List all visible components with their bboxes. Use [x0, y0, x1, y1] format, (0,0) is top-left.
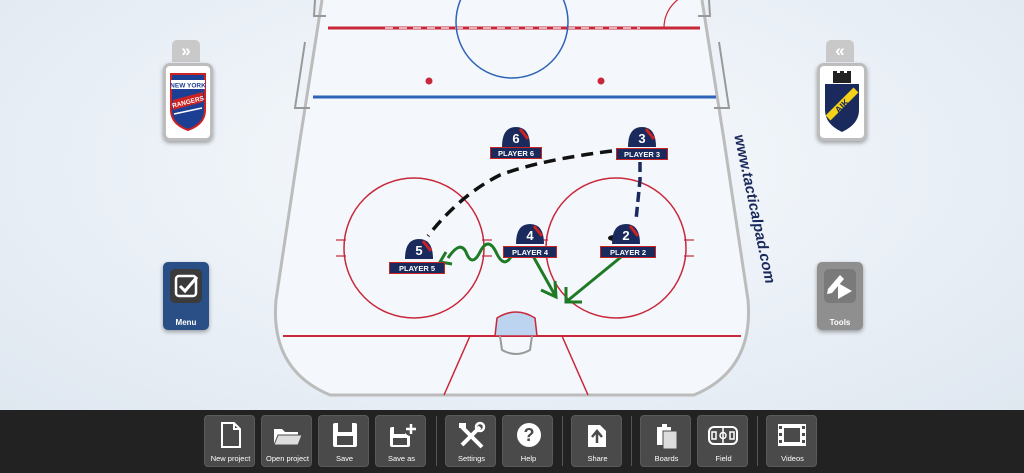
- new-project-button[interactable]: New project: [204, 415, 255, 467]
- double-chevron-left-icon: «: [835, 41, 845, 60]
- helmet-icon: 6: [502, 127, 530, 147]
- away-team-card[interactable]: AIK: [817, 63, 867, 141]
- boards-icon: [657, 424, 678, 449]
- player-label: PLAYER 2: [600, 246, 656, 258]
- checkbox-icon: [174, 274, 199, 298]
- save-as-button[interactable]: Save as: [375, 415, 426, 467]
- svg-text:4: 4: [526, 228, 534, 243]
- new-file-icon: [221, 422, 241, 448]
- svg-text:5: 5: [415, 243, 422, 258]
- bottom-toolbar: New project Open project Save Save as Se…: [0, 410, 1024, 473]
- menu-label: Menu: [175, 318, 197, 327]
- svg-text:6: 6: [512, 131, 519, 146]
- goal-crease: [494, 311, 538, 337]
- faceoff-dot: [425, 77, 433, 85]
- home-team-logo: NEW YORK RANGERS: [170, 73, 206, 132]
- save-as-icon: [390, 422, 418, 447]
- boards-button[interactable]: Boards: [640, 415, 691, 467]
- helmet-icon: 3: [628, 127, 656, 147]
- away-team-logo: AIK: [825, 71, 859, 132]
- field-icon: [708, 426, 738, 445]
- tools-button[interactable]: Tools: [817, 262, 863, 330]
- rink-canvas[interactable]: www.tacticalpad.com 6 PLAYER 6 3 PLAYER …: [0, 0, 1024, 410]
- helmet-icon: 5: [405, 239, 433, 259]
- player-label: PLAYER 4: [503, 246, 557, 258]
- faceoff-dot: [597, 77, 605, 85]
- help-button[interactable]: ? Help: [502, 415, 553, 467]
- share-button[interactable]: Share: [571, 415, 622, 467]
- menu-button[interactable]: Menu: [163, 262, 209, 330]
- save-icon: [333, 423, 357, 447]
- helmet-icon: 4: [516, 224, 544, 244]
- videos-button[interactable]: Videos: [766, 415, 817, 467]
- svg-text:NEW YORK: NEW YORK: [170, 83, 206, 90]
- save-button[interactable]: Save: [318, 415, 369, 467]
- videos-icon: [778, 424, 806, 446]
- expand-home-team-button[interactable]: »: [172, 40, 200, 62]
- settings-icon: [459, 421, 486, 449]
- player-label: PLAYER 3: [616, 148, 668, 160]
- helmet-icon: 2: [612, 224, 640, 244]
- open-project-button[interactable]: Open project: [261, 415, 312, 467]
- expand-away-team-button[interactable]: «: [826, 40, 854, 62]
- field-button[interactable]: Field: [697, 415, 748, 467]
- svg-text:2: 2: [622, 228, 629, 243]
- double-chevron-right-icon: »: [181, 41, 191, 60]
- folder-open-icon: [273, 429, 302, 446]
- settings-button[interactable]: Settings: [445, 415, 496, 467]
- svg-text:?: ?: [524, 425, 535, 445]
- tools-label: Tools: [829, 318, 851, 327]
- home-team-card[interactable]: NEW YORK RANGERS: [163, 63, 213, 141]
- share-icon: [588, 425, 606, 447]
- svg-text:3: 3: [638, 131, 645, 146]
- player-label: PLAYER 5: [389, 262, 445, 274]
- player-label: PLAYER 6: [490, 147, 542, 159]
- pencil-play-icon: [827, 275, 852, 299]
- rink-drawing[interactable]: www.tacticalpad.com: [0, 0, 1024, 410]
- help-icon: ?: [517, 423, 541, 447]
